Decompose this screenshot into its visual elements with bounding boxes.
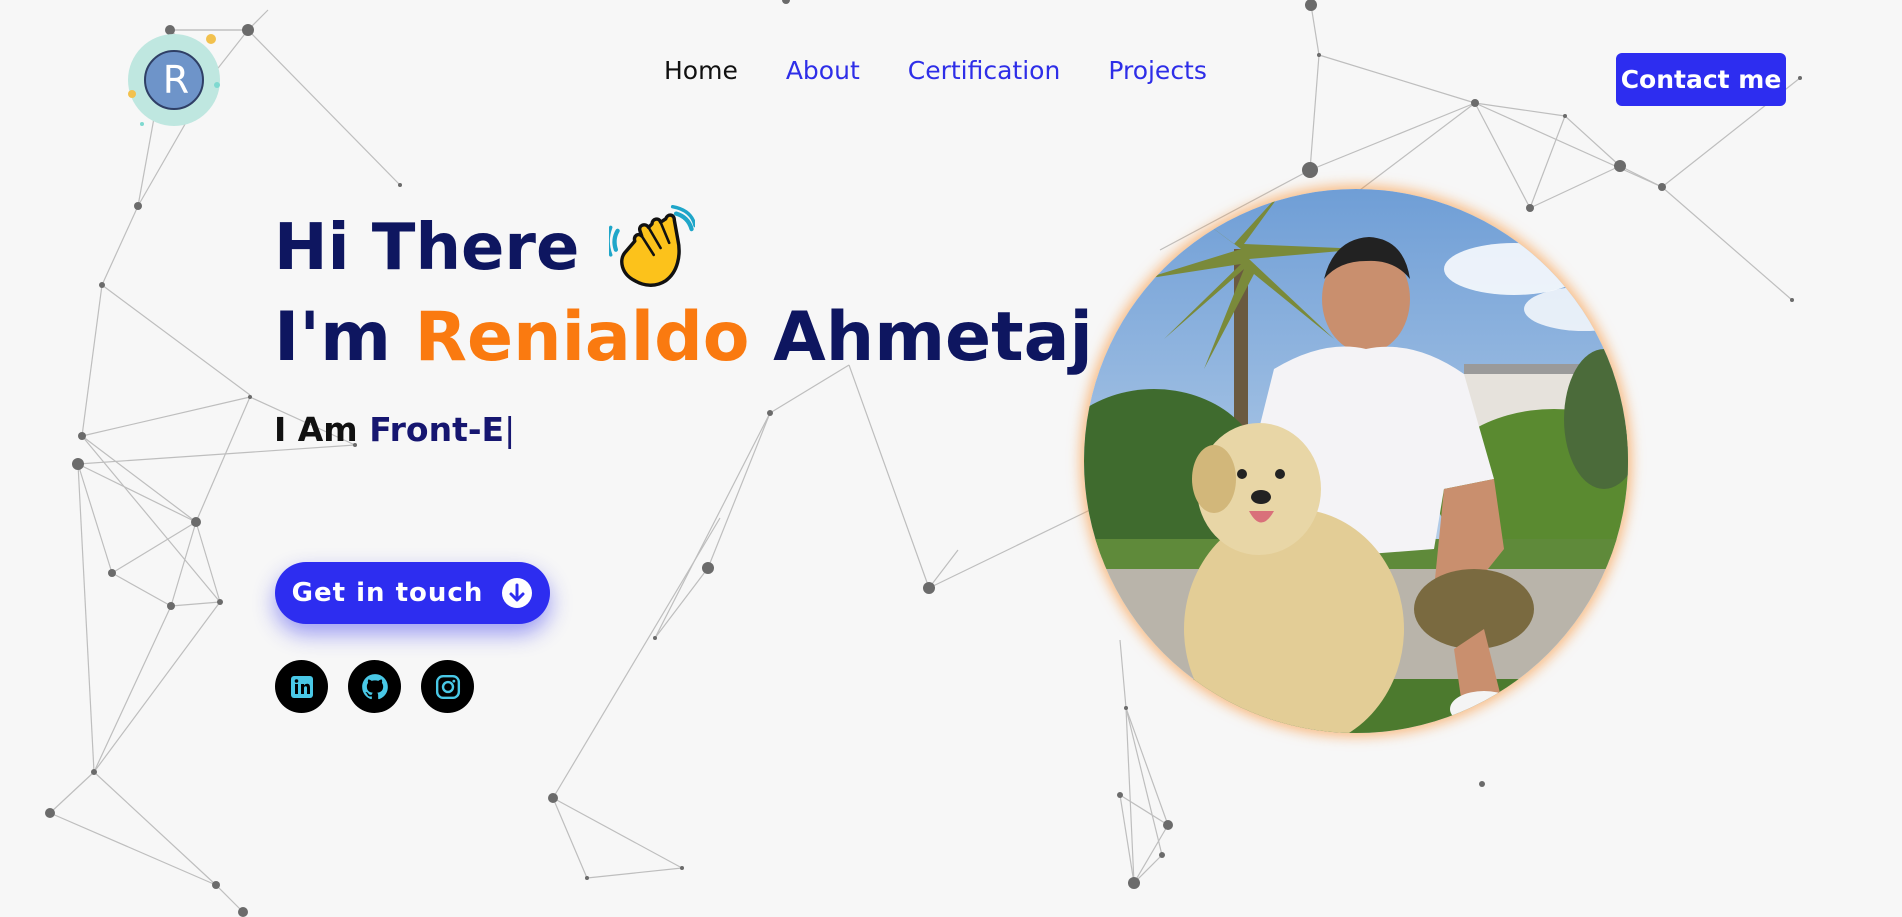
arrow-down-circle-icon bbox=[502, 578, 533, 608]
main-nav: Home About Certification Projects bbox=[664, 56, 1207, 85]
nav-link-certification[interactable]: Certification bbox=[908, 56, 1061, 85]
intro-prefix: I'm bbox=[274, 298, 391, 377]
get-in-touch-button[interactable]: Get in touch bbox=[275, 562, 550, 624]
logo-dot-decoration bbox=[206, 34, 216, 44]
profile-photo-illustration bbox=[1084, 189, 1628, 733]
github-link[interactable] bbox=[348, 660, 401, 713]
typing-cursor: | bbox=[504, 410, 516, 449]
instagram-icon bbox=[435, 674, 460, 699]
github-icon bbox=[361, 673, 388, 699]
logo-letter: R bbox=[162, 58, 190, 102]
waving-hand-icon bbox=[609, 205, 696, 287]
instagram-link[interactable] bbox=[421, 660, 474, 713]
nav-link-home[interactable]: Home bbox=[664, 56, 738, 85]
role-typewriter: I Am Front-E| bbox=[274, 410, 515, 449]
logo-dot-decoration bbox=[214, 82, 220, 88]
role-typed-text: Front-E bbox=[369, 410, 505, 449]
profile-photo bbox=[1084, 189, 1628, 733]
role-prefix: I Am bbox=[274, 410, 358, 449]
get-in-touch-label: Get in touch bbox=[291, 578, 484, 608]
nav-link-projects[interactable]: Projects bbox=[1108, 56, 1207, 85]
linkedin-link[interactable] bbox=[275, 660, 328, 713]
site-logo[interactable]: R bbox=[128, 34, 220, 126]
logo-dot-decoration bbox=[128, 90, 136, 98]
first-name: Renialdo bbox=[414, 298, 750, 377]
nav-link-about[interactable]: About bbox=[786, 56, 860, 85]
hero-name-heading: I'm Renialdo Ahmetaj bbox=[274, 298, 1093, 377]
greeting-text: Hi There bbox=[274, 211, 580, 285]
logo-dot-decoration bbox=[140, 122, 144, 126]
linkedin-icon bbox=[290, 675, 313, 698]
logo-icon: R bbox=[144, 50, 204, 110]
last-name: Ahmetaj bbox=[773, 298, 1093, 377]
hero-greeting: Hi There bbox=[274, 205, 696, 291]
contact-me-button[interactable]: Contact me bbox=[1616, 53, 1786, 106]
